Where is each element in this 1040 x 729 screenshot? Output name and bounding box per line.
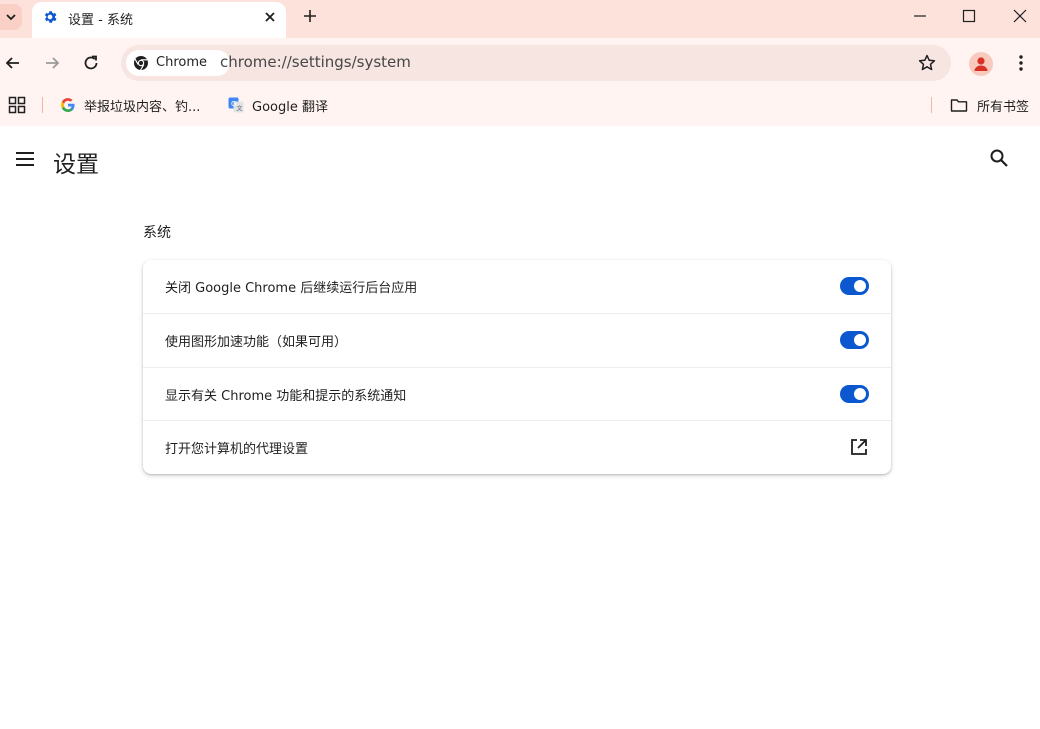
- setting-label: 关闭 Google Chrome 后继续运行后台应用: [165, 281, 418, 296]
- settings-card: 关闭 Google Chrome 后继续运行后台应用 使用图形加速功能（如果可用…: [143, 260, 891, 474]
- site-info-chip[interactable]: Chrome: [126, 50, 230, 76]
- open-in-new-icon[interactable]: [849, 437, 869, 457]
- active-tab[interactable]: 设置 - 系统: [32, 2, 286, 38]
- toggle-knob: [854, 388, 866, 400]
- bookmark-label: Google 翻译: [252, 99, 328, 115]
- all-bookmarks-button[interactable]: 所有书签: [950, 95, 1029, 115]
- bookmark-label: 举报垃圾内容、钓...: [84, 99, 201, 115]
- close-icon[interactable]: [262, 9, 278, 25]
- setting-label: 打开您计算机的代理设置: [165, 442, 309, 457]
- back-arrow-icon[interactable]: [3, 53, 23, 73]
- folder-icon: [950, 99, 968, 112]
- forward-arrow-icon[interactable]: [42, 53, 62, 73]
- toggle-knob: [854, 334, 866, 346]
- bookmarks-bar: 举报垃圾内容、钓... G 文 Google 翻译 所有书签: [0, 88, 1040, 126]
- person-icon: [974, 57, 988, 71]
- chip-label: Chrome: [156, 55, 207, 70]
- gear-icon: [44, 11, 57, 23]
- setting-label: 显示有关 Chrome 功能和提示的系统通知: [165, 389, 407, 404]
- hamburger-menu-icon[interactable]: [14, 148, 36, 170]
- page-title: 设置: [53, 152, 99, 178]
- more-menu-icon[interactable]: [1011, 53, 1031, 73]
- settings-page: 设置 系统 关闭 Google Chrome 后继续运行后台应用 使用图形加速功…: [0, 126, 1040, 729]
- google-translate-icon: G 文: [228, 97, 244, 113]
- new-tab-plus-icon[interactable]: [301, 7, 319, 25]
- bookmarks-separator: [42, 97, 43, 113]
- setting-row-system-notifications[interactable]: 显示有关 Chrome 功能和提示的系统通知: [143, 367, 891, 420]
- tab-title: 设置 - 系统: [68, 13, 133, 28]
- tab-strip: 设置 - 系统: [0, 0, 1040, 38]
- bookmark-item-report-spam[interactable]: 举报垃圾内容、钓...: [60, 95, 200, 115]
- apps-grid-icon[interactable]: [8, 96, 26, 114]
- toggle-knob: [854, 280, 866, 292]
- browser-window: 设置 - 系统 Chrome chrome://settings/system …: [0, 0, 1040, 729]
- maximize-icon[interactable]: [961, 8, 977, 24]
- chrome-logo-icon: [134, 56, 148, 71]
- setting-label: 使用图形加速功能（如果可用）: [165, 335, 348, 350]
- tab-search-button[interactable]: [0, 4, 22, 30]
- background-apps-toggle[interactable]: [840, 277, 869, 295]
- section-title: 系统: [143, 225, 171, 241]
- reload-icon[interactable]: [81, 53, 101, 73]
- url-text[interactable]: chrome://settings/system: [220, 53, 411, 71]
- bookmarks-separator: [931, 97, 932, 113]
- hardware-acceleration-toggle[interactable]: [840, 331, 869, 349]
- chevron-down-icon: [6, 14, 16, 21]
- search-icon[interactable]: [988, 147, 1010, 169]
- profile-avatar[interactable]: [969, 52, 993, 76]
- bookmark-item-google-translate[interactable]: G 文 Google 翻译: [228, 95, 328, 115]
- window-close-icon[interactable]: [1012, 8, 1028, 24]
- all-bookmarks-label: 所有书签: [977, 99, 1030, 115]
- svg-text:文: 文: [237, 105, 243, 113]
- setting-row-hardware-acceleration[interactable]: 使用图形加速功能（如果可用）: [143, 313, 891, 366]
- system-notifications-toggle[interactable]: [840, 385, 869, 403]
- toolbar: Chrome chrome://settings/system: [0, 38, 1040, 88]
- bookmark-star-icon[interactable]: [917, 53, 937, 73]
- minimize-icon[interactable]: [912, 8, 928, 24]
- setting-row-background-apps[interactable]: 关闭 Google Chrome 后继续运行后台应用: [143, 260, 891, 313]
- setting-row-proxy-settings[interactable]: 打开您计算机的代理设置: [143, 420, 891, 473]
- google-icon: [61, 98, 75, 113]
- address-bar[interactable]: Chrome chrome://settings/system: [121, 45, 951, 81]
